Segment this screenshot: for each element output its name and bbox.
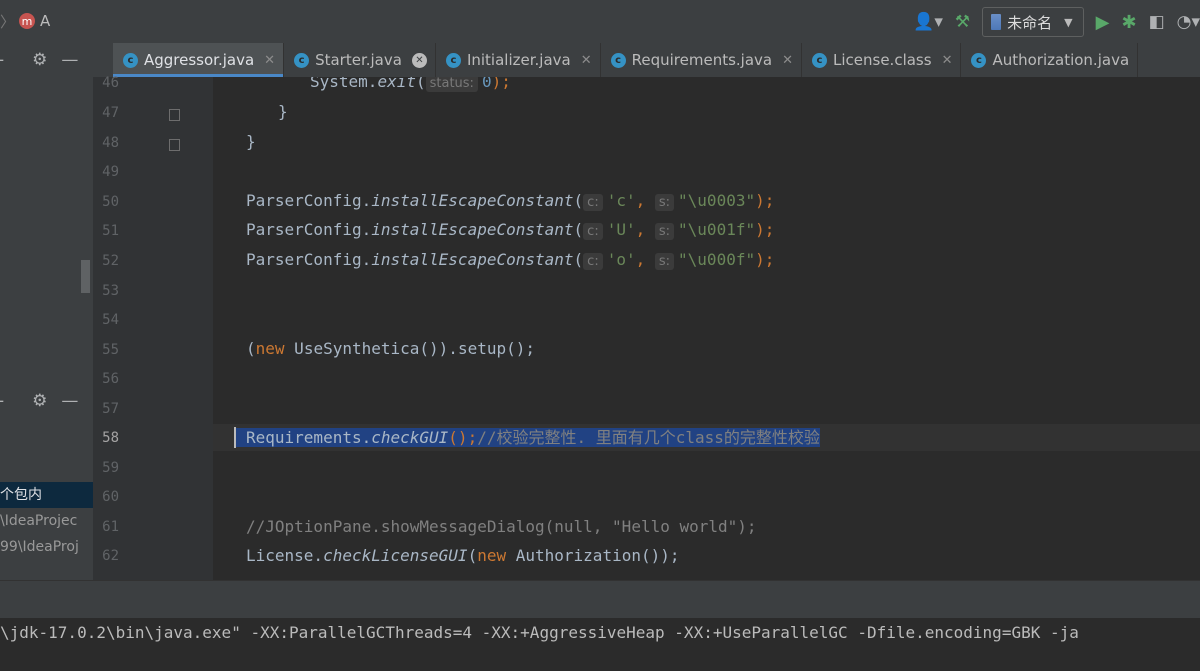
code-line-47: } — [278, 102, 288, 121]
gear-icon[interactable]: ⚙ — [32, 391, 47, 411]
line-number: 56 — [102, 371, 119, 387]
code-line-62: License.checkLicenseGUI(new Authorizatio… — [246, 546, 680, 565]
list-item[interactable]: 99\IdeaProj — [0, 534, 93, 560]
list-item[interactable]: \IdeaProjec — [0, 508, 93, 534]
java-class-icon: c — [610, 52, 626, 68]
code-line-61: //JOptionPane.showMessageDialog(null, "H… — [246, 517, 757, 536]
debug-icon[interactable]: ✱ — [1121, 12, 1136, 33]
line-number: 53 — [102, 283, 119, 299]
run-console[interactable]: \jdk-17.0.2\bin\java.exe" -XX:ParallelGC… — [0, 618, 1200, 671]
project-tool-window: - ⚙ — - ⚙ — 个包内 \IdeaProjec 99\IdeaProj — [0, 43, 94, 580]
code-line-58: Requirements.checkGUI();//校验完整性. 里面有几个cl… — [235, 427, 820, 449]
structure-panel-header: - ⚙ — — [0, 384, 93, 418]
module-icon: m — [19, 13, 36, 29]
tab-label: Aggressor.java — [144, 51, 255, 69]
close-icon[interactable]: ✕ — [264, 53, 275, 68]
tab-label: License.class — [833, 51, 932, 69]
param-hint: status: — [425, 77, 478, 92]
tab-label: Requirements.java — [631, 51, 773, 69]
gear-icon[interactable]: ⚙ — [32, 50, 47, 70]
close-icon[interactable]: ✕ — [942, 53, 953, 68]
tab-label: Starter.java — [315, 51, 402, 69]
tab-label: Authorization.java — [992, 51, 1130, 69]
list-item[interactable]: 个包内 — [0, 482, 93, 508]
line-number: 46 — [102, 75, 119, 91]
main-toolbar: 〉 m A 👤▾ ⚒ 未命名 ▼ ▶ ✱ ◧ ◔▾ — [0, 0, 1200, 44]
chevron-down-icon: ▼ — [1064, 15, 1073, 29]
line-number: 49 — [102, 164, 119, 180]
code-line-50: ParserConfig.installEscapeConstant(c:'c'… — [246, 191, 775, 211]
build-hammer-icon[interactable]: ⚒ — [955, 12, 970, 32]
toolbar-actions: 👤▾ ⚒ 未命名 ▼ ▶ ✱ ◧ ◔▾ — [913, 6, 1200, 38]
code-editor[interactable]: System.exit(status: 0); } } ParserConfig.… — [213, 77, 1200, 580]
tab-authorization[interactable]: c Authorization.java — [961, 43, 1139, 77]
panel-divider-icon: - — [0, 391, 4, 411]
profile-icon[interactable]: ◔▾ — [1177, 12, 1200, 32]
panel-divider-icon: - — [0, 50, 4, 70]
line-number: 55 — [102, 342, 119, 358]
java-class-icon: c — [445, 52, 461, 68]
line-number: 54 — [102, 312, 119, 328]
java-class-icon: c — [294, 52, 310, 68]
project-panel-header: - ⚙ — — [0, 43, 93, 77]
coverage-icon[interactable]: ◧ — [1149, 12, 1165, 32]
run-config-icon — [991, 14, 1002, 30]
text-caret — [234, 427, 236, 448]
minimize-icon[interactable]: — — [61, 391, 78, 411]
editor-gutter: 46 47 48 49 50 51 52 53 54 55 56 57 58 5… — [93, 75, 213, 580]
breadcrumb-project-label[interactable]: A — [40, 12, 50, 30]
java-class-icon: c — [812, 52, 827, 68]
code-line-46: System.exit(status: 0); — [310, 77, 511, 92]
code-line-51: ParserConfig.installEscapeConstant(c: 'U'… — [246, 220, 775, 240]
line-number: 48 — [102, 135, 119, 151]
code-line-55: (new UseSynthetica()).setup(); — [246, 339, 535, 358]
line-number: 60 — [102, 489, 119, 505]
line-number: 52 — [102, 253, 119, 269]
editor-tab-bar: c Aggressor.java ✕ c Starter.java ✕ c In… — [93, 43, 1200, 78]
user-icon[interactable]: 👤▾ — [913, 12, 943, 32]
tab-aggressor[interactable]: c Aggressor.java ✕ — [113, 43, 285, 77]
minimize-icon[interactable]: — — [61, 50, 78, 70]
line-number: 61 — [102, 519, 119, 535]
close-icon[interactable]: ✕ — [581, 53, 592, 68]
run-config-label: 未命名 — [1007, 13, 1053, 32]
breadcrumb-separator: 〉 — [0, 12, 16, 31]
run-configuration-select[interactable]: 未命名 ▼ — [982, 7, 1084, 37]
tab-requirements[interactable]: c Requirements.java ✕ — [601, 43, 802, 77]
close-icon[interactable]: ✕ — [782, 53, 793, 68]
console-command-line: \jdk-17.0.2\bin\java.exe" -XX:ParallelGC… — [0, 623, 1079, 642]
panel-scrollbar[interactable] — [81, 260, 90, 293]
run-tool-window-header — [0, 580, 1200, 619]
fold-marker-icon[interactable] — [169, 109, 180, 121]
navigation-breadcrumb[interactable]: 〉 m A — [0, 10, 50, 32]
tab-initializer[interactable]: c Initializer.java ✕ — [436, 43, 601, 77]
java-class-icon: c — [971, 52, 987, 68]
java-class-icon: c — [123, 52, 138, 68]
line-number: 50 — [102, 194, 119, 210]
line-number: 62 — [102, 548, 119, 564]
tab-license[interactable]: c License.class ✕ — [802, 43, 962, 77]
line-number: 51 — [102, 223, 119, 239]
tab-label: Initializer.java — [466, 51, 571, 69]
fold-marker-icon[interactable] — [169, 139, 180, 151]
line-number: 47 — [102, 105, 119, 121]
code-line-52: ParserConfig.installEscapeConstant(c:'o'… — [246, 250, 775, 270]
line-number: 57 — [102, 401, 119, 417]
close-icon[interactable]: ✕ — [411, 52, 427, 68]
line-number: 59 — [102, 460, 119, 476]
tab-starter[interactable]: c Starter.java ✕ — [284, 43, 436, 77]
code-line-48: } — [246, 132, 256, 151]
line-number-current: 58 — [102, 430, 119, 446]
run-icon[interactable]: ▶ — [1096, 12, 1110, 33]
